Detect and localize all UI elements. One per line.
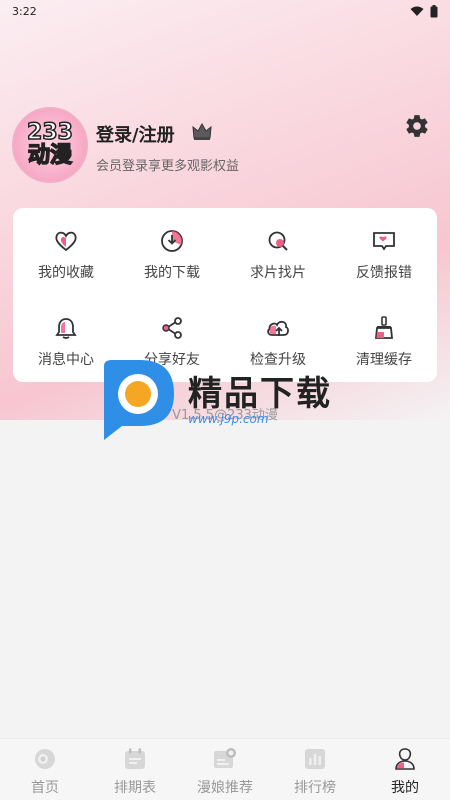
download-icon — [161, 230, 183, 252]
tab-label: 我的 — [391, 780, 419, 796]
watermark: 精品下载 www.j9p.com — [100, 358, 360, 442]
tab-mine[interactable]: 我的 — [360, 739, 450, 800]
recommend-icon — [214, 748, 236, 768]
gear-icon[interactable] — [404, 113, 430, 139]
broom-icon — [375, 316, 393, 339]
menu-item-request[interactable]: 求片找片 — [225, 208, 331, 295]
watermark-url: www.j9p.com — [188, 412, 269, 426]
cloud-upload-icon — [267, 320, 289, 336]
menu-item-favorites[interactable]: 我的收藏 — [13, 208, 119, 295]
search-film-icon — [268, 231, 288, 251]
profile-header[interactable]: 233 动漫 登录/注册 会员登录享更多观影权益 — [12, 107, 438, 187]
menu-label: 求片找片 — [250, 265, 306, 281]
status-time: 3:22 — [12, 4, 37, 18]
avatar-text-line1: 233 — [26, 120, 73, 145]
menu-label: 消息中心 — [38, 352, 94, 368]
tab-label: 排期表 — [114, 780, 156, 796]
menu-grid: 我的收藏 我的下载 求片找片 反馈报错 消息中心 分享好友 检查升级 清理缓存 — [13, 208, 437, 382]
menu-label: 我的下载 — [144, 265, 200, 281]
login-register-link[interactable]: 登录/注册 — [96, 121, 175, 147]
home-icon — [35, 749, 55, 769]
tab-label: 排行榜 — [294, 780, 336, 796]
watermark-logo-icon — [104, 360, 174, 440]
wifi-icon — [410, 6, 424, 16]
bottom-tab-bar: 首页 排期表 漫娘推荐 排行榜 我的 — [0, 738, 450, 800]
tab-label: 首页 — [31, 780, 59, 796]
share-icon — [162, 317, 182, 339]
tab-home[interactable]: 首页 — [0, 739, 90, 800]
battery-icon — [430, 4, 438, 17]
feedback-icon — [373, 232, 395, 251]
tab-label: 漫娘推荐 — [197, 780, 253, 796]
tab-recommend[interactable]: 漫娘推荐 — [180, 739, 270, 800]
login-subtitle: 会员登录享更多观影权益 — [96, 159, 240, 174]
avatar-text-line2: 动漫 — [27, 143, 73, 169]
heart-icon — [55, 231, 77, 252]
calendar-icon — [125, 748, 145, 769]
bell-icon — [55, 318, 77, 339]
menu-label: 反馈报错 — [356, 265, 412, 281]
chart-icon — [305, 749, 325, 769]
menu-item-downloads[interactable]: 我的下载 — [119, 208, 225, 295]
tab-schedule[interactable]: 排期表 — [90, 739, 180, 800]
menu-label: 清理缓存 — [356, 352, 412, 368]
status-icons — [410, 4, 438, 18]
status-bar: 3:22 — [0, 0, 450, 22]
watermark-title: 精品下载 — [188, 374, 332, 414]
tab-ranking[interactable]: 排行榜 — [270, 739, 360, 800]
profile-icon — [395, 748, 415, 770]
menu-card: 我的收藏 我的下载 求片找片 反馈报错 消息中心 分享好友 检查升级 清理缓存 — [13, 208, 437, 382]
crown-icon — [192, 123, 212, 140]
menu-label: 我的收藏 — [38, 265, 94, 281]
menu-item-feedback[interactable]: 反馈报错 — [331, 208, 437, 295]
avatar[interactable]: 233 动漫 — [12, 107, 88, 183]
